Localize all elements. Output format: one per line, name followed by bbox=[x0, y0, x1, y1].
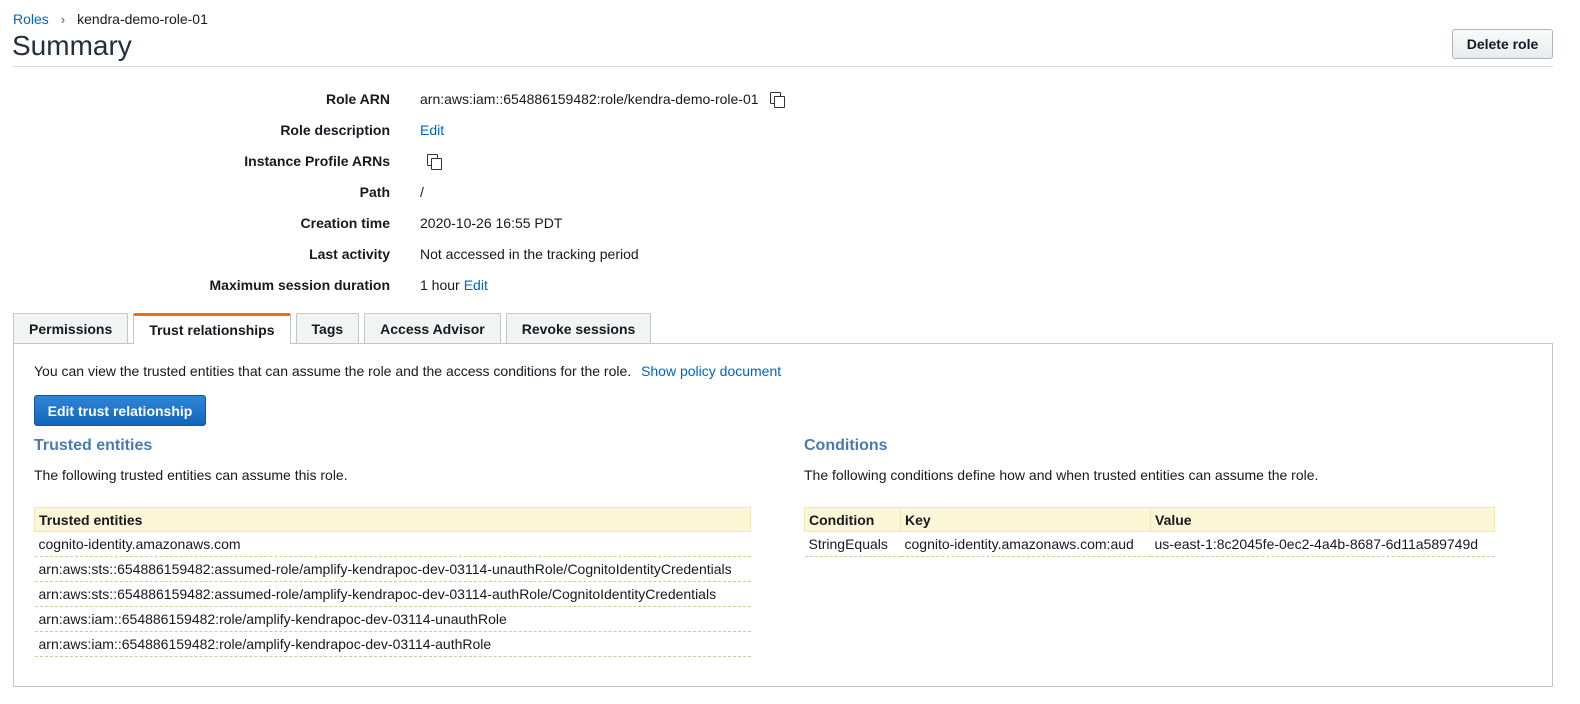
trusted-entity: arn:aws:sts::654886159482:assumed-role/a… bbox=[34, 581, 751, 607]
edit-trust-relationship-button[interactable]: Edit trust relationship bbox=[34, 395, 206, 426]
last-activity-label: Last activity bbox=[309, 246, 390, 262]
table-row: arn:aws:sts::654886159482:assumed-role/a… bbox=[34, 556, 751, 582]
trust-intro-text: You can view the trusted entities that c… bbox=[34, 363, 632, 379]
breadcrumb-current: kendra-demo-role-01 bbox=[77, 11, 208, 27]
role-description-label: Role description bbox=[280, 122, 390, 138]
conditions-table: Condition Key Value StringEquals cognito… bbox=[804, 507, 1495, 557]
max-session-row: Maximum session duration 1 hour Edit bbox=[0, 275, 488, 295]
trusted-entity: arn:aws:iam::654886159482:role/amplify-k… bbox=[34, 606, 751, 632]
last-activity-row: Last activity Not accessed in the tracki… bbox=[0, 244, 639, 264]
last-activity-value: Not accessed in the tracking period bbox=[420, 246, 639, 262]
tab-revoke-sessions[interactable]: Revoke sessions bbox=[505, 313, 652, 343]
value-header: Value bbox=[1150, 507, 1495, 532]
instance-profile-label: Instance Profile ARNs bbox=[244, 153, 390, 169]
table-row: arn:aws:sts::654886159482:assumed-role/a… bbox=[34, 581, 751, 607]
instance-profile-row: Instance Profile ARNs bbox=[0, 151, 442, 171]
creation-time-row: Creation time 2020-10-26 16:55 PDT bbox=[0, 213, 563, 233]
table-row: StringEquals cognito-identity.amazonaws.… bbox=[804, 531, 1495, 557]
trusted-entity: arn:aws:sts::654886159482:assumed-role/a… bbox=[34, 556, 751, 582]
trust-intro: You can view the trusted entities that c… bbox=[34, 363, 781, 379]
trust-relationships-panel: You can view the trusted entities that c… bbox=[13, 343, 1553, 687]
copy-icon[interactable] bbox=[426, 153, 442, 170]
role-arn-row: Role ARN arn:aws:iam::654886159482:role/… bbox=[0, 89, 785, 109]
trusted-entities-title: Trusted entities bbox=[34, 437, 153, 454]
conditions-title: Conditions bbox=[804, 437, 888, 454]
condition-cell: StringEquals bbox=[804, 531, 901, 557]
key-header: Key bbox=[900, 507, 1151, 532]
table-row: arn:aws:iam::654886159482:role/amplify-k… bbox=[34, 631, 751, 657]
max-session-edit-link[interactable]: Edit bbox=[464, 277, 488, 293]
path-label: Path bbox=[359, 184, 390, 200]
trusted-entity: cognito-identity.amazonaws.com bbox=[34, 531, 751, 557]
trusted-entities-table: Trusted entities cognito-identity.amazon… bbox=[34, 507, 751, 657]
table-row: cognito-identity.amazonaws.com bbox=[34, 531, 751, 557]
conditions-description: The following conditions define how and … bbox=[804, 467, 1319, 483]
condition-header: Condition bbox=[804, 507, 901, 532]
tab-tags[interactable]: Tags bbox=[295, 313, 360, 343]
role-arn-label: Role ARN bbox=[325, 91, 390, 107]
tab-bar: Permissions Trust relationships Tags Acc… bbox=[13, 313, 656, 344]
copy-icon[interactable] bbox=[769, 91, 785, 108]
value-cell: us-east-1:8c2045fe-0ec2-4a4b-8687-6d11a5… bbox=[1150, 531, 1495, 557]
breadcrumb: Roles › kendra-demo-role-01 bbox=[13, 11, 208, 27]
trusted-entity: arn:aws:iam::654886159482:role/amplify-k… bbox=[34, 631, 751, 657]
breadcrumb-roles-link[interactable]: Roles bbox=[13, 11, 49, 27]
tab-trust-relationships[interactable]: Trust relationships bbox=[133, 313, 291, 344]
delete-role-button[interactable]: Delete role bbox=[1452, 29, 1553, 59]
tab-access-advisor[interactable]: Access Advisor bbox=[364, 313, 501, 343]
creation-time-value: 2020-10-26 16:55 PDT bbox=[420, 215, 563, 231]
path-row: Path / bbox=[0, 182, 424, 202]
max-session-value: 1 hour bbox=[420, 277, 460, 293]
role-description-row: Role description Edit bbox=[0, 120, 444, 140]
title-divider bbox=[13, 66, 1553, 67]
table-row: arn:aws:iam::654886159482:role/amplify-k… bbox=[34, 606, 751, 632]
creation-time-label: Creation time bbox=[300, 215, 390, 231]
trusted-entities-description: The following trusted entities can assum… bbox=[34, 467, 348, 483]
chevron-right-icon: › bbox=[60, 11, 66, 27]
tab-permissions[interactable]: Permissions bbox=[13, 313, 129, 343]
show-policy-document-link[interactable]: Show policy document bbox=[641, 363, 781, 379]
role-description-edit-link[interactable]: Edit bbox=[420, 122, 444, 138]
page-title: Summary bbox=[12, 30, 132, 61]
role-arn-value: arn:aws:iam::654886159482:role/kendra-de… bbox=[420, 91, 759, 107]
path-value: / bbox=[420, 184, 424, 200]
trusted-entities-header: Trusted entities bbox=[34, 507, 751, 532]
key-cell: cognito-identity.amazonaws.com:aud bbox=[900, 531, 1151, 557]
max-session-label: Maximum session duration bbox=[209, 277, 390, 293]
